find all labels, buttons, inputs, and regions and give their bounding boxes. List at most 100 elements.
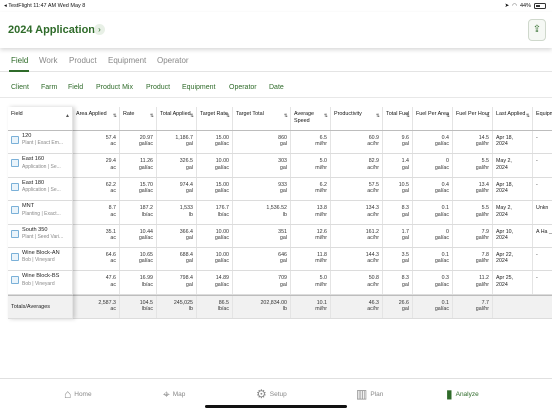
group-date[interactable]: Date — [269, 84, 284, 91]
tab-field[interactable]: Field — [11, 56, 28, 65]
sort-icon: ⇅ — [525, 113, 530, 119]
field-name: East 180 — [22, 179, 45, 186]
column-header-total-fuel[interactable]: Total Fuel ⇅ — [383, 107, 413, 130]
total-cell: 974.4 gal — [157, 177, 197, 201]
total-total-cell: 245,025 lb — [157, 295, 197, 318]
home-indicator — [205, 405, 347, 408]
column-header-target-rate[interactable]: Target Rate ⇅ — [197, 107, 233, 130]
prod-unit: ac/hr — [367, 141, 379, 148]
trate-cell: 10.00 gal/ac — [197, 224, 233, 247]
last-applied-cell: Apr 22, 2024 — [493, 248, 533, 271]
nav-map[interactable]: ⌖ Map — [163, 387, 185, 402]
totals-row: Totals/Averages 2,587.3 ac 104.5 lb/ac 245,02… — [8, 294, 552, 319]
total-fuel-cell: 26.6 gal — [383, 295, 413, 318]
fph-cell: 5.5 gal/hr — [453, 154, 493, 177]
field-cell[interactable]: Wine Block-BS Bob | Vineyard — [8, 271, 73, 294]
table-row[interactable]: East 180 Application | Se... 62.2 ac 15.70 ga… — [8, 177, 552, 202]
column-header-productivity[interactable]: Productivity ⇅ — [331, 107, 383, 130]
equipment-cell: - — [536, 135, 538, 141]
group-equipment[interactable]: Equipment — [182, 84, 215, 91]
last-applied-cell: Apr 10, 2024 — [493, 224, 533, 247]
table-row[interactable]: Wine Block-AN Bob | Vineyard 64.6 ac 10.65 ga… — [8, 248, 552, 272]
nav-home[interactable]: ⌂ Home — [64, 387, 92, 401]
column-header-label: Target Rate — [200, 111, 228, 117]
column-header-last-applied[interactable]: Last Applied ⇅ — [493, 107, 533, 130]
status-date: Wed May 8 — [57, 3, 86, 9]
page-title[interactable]: 2024 Application — [8, 24, 95, 36]
column-header-rate[interactable]: Rate ⇅ — [120, 107, 157, 130]
chevron-right-icon[interactable]: › — [94, 24, 105, 35]
group-farm[interactable]: Farm — [41, 84, 57, 91]
group-client[interactable]: Client — [11, 84, 29, 91]
ttotal-cell: 303 gal — [233, 154, 291, 177]
table-row[interactable]: South 350 Plant | Seed Vari... 35.1 ac 10.44… — [8, 224, 552, 248]
nav-analyze[interactable]: ▮ Analyze — [446, 387, 479, 401]
field-cell[interactable]: East 180 Application | Se... — [8, 177, 73, 201]
field-cell[interactable]: Wine Block-AN Bob | Vineyard — [8, 248, 73, 271]
rate-unit: gal/ac — [138, 235, 153, 241]
last-applied-cell: Apr 18, 2024 — [493, 131, 533, 154]
field-cell[interactable]: South 350 Plant | Seed Vari... — [8, 224, 73, 247]
speed-unit: mi/hr — [315, 281, 327, 288]
tab-operator[interactable]: Operator — [157, 56, 189, 65]
column-header-fuel-per-hour[interactable]: Fuel Per Hour ⇅ — [453, 107, 493, 130]
nav-setup[interactable]: ⚙ Setup — [256, 387, 287, 401]
last-applied-year: 2024 — [496, 188, 508, 195]
sort-icon: ⇅ — [283, 113, 288, 119]
plan-icon: ▥ — [356, 387, 368, 401]
column-header-label: Productivity — [334, 111, 362, 117]
column-header-field[interactable]: Field ▲ — [8, 107, 73, 130]
share-button[interactable]: ⇪ — [528, 19, 546, 41]
fph-unit: gal/hr — [475, 141, 489, 148]
column-header-label: Last Applied — [496, 111, 526, 117]
column-header-total-applied[interactable]: Total Applied ⇅ — [157, 107, 197, 130]
fpa-unit: gal/ac — [434, 211, 449, 218]
table-row[interactable]: MNT Planting | Exact... 8.7 ac 187.2 lb/ac 1,5… — [8, 201, 552, 225]
fpa-cell: 0 gal/ac — [413, 154, 453, 177]
total-cell: 366.4 gal — [157, 224, 197, 247]
column-header-area-applied[interactable]: Area Applied ⇅ — [73, 107, 120, 130]
back-to-app-link[interactable]: ◂ TestFlight — [4, 3, 32, 9]
last-applied-year: 2024 — [496, 258, 508, 265]
table-row[interactable]: Wine Block-BS Bob | Vineyard 47.6 ac 16.99 lb… — [8, 271, 552, 295]
nav-plan[interactable]: ▥ Plan — [356, 387, 383, 401]
fpa-unit: gal/ac — [434, 281, 449, 288]
report-table[interactable]: Field ▲ Area Applied ⇅ Rate ⇅ Total Applied ⇅ Ta… — [8, 107, 552, 319]
tab-product[interactable]: Product — [69, 56, 97, 65]
trate-cell: 10.00 gal/ac — [197, 154, 233, 177]
field-cell[interactable]: 120 Plant | Exact Em... — [8, 131, 73, 154]
column-header-fuel-per-area[interactable]: Fuel Per Area ⇅ — [413, 107, 453, 130]
column-header-label: Total Applied — [160, 111, 191, 117]
group-product[interactable]: Product — [146, 84, 170, 91]
field-subtitle: Application | Se... — [22, 187, 61, 194]
table-row[interactable]: East 160 Application | Se... 29.4 ac 11.26 ga… — [8, 154, 552, 178]
group-operator[interactable]: Operator — [229, 84, 257, 91]
total-unit: gal — [185, 258, 193, 265]
column-header-average-speed[interactable]: Average Speed ⇅ — [291, 107, 331, 130]
sort-icon: ⇅ — [323, 113, 328, 119]
total-cell: 326.5 gal — [157, 154, 197, 177]
speed-unit: mi/hr — [315, 235, 327, 241]
tab-equipment[interactable]: Equipment — [108, 56, 146, 65]
field-cell[interactable]: MNT Planting | Exact... — [8, 201, 73, 224]
total-speed-unit: mi/hr — [315, 306, 327, 313]
speed-cell: 5.0 mi/hr — [291, 154, 331, 177]
fuel-unit: gal — [401, 188, 409, 195]
column-header-label: Fuel Per Area — [416, 111, 449, 117]
group-field[interactable]: Field — [68, 84, 83, 91]
column-header-equipment[interactable]: Equipme — [533, 107, 552, 130]
tab-work[interactable]: Work — [39, 56, 58, 65]
rate-cell: 11.26 gal/ac — [120, 154, 157, 177]
fpa-unit: gal/ac — [434, 235, 449, 241]
rate-cell: 20.97 gal/ac — [120, 131, 157, 154]
column-header-target-total[interactable]: Target Total ⇅ — [233, 107, 291, 130]
equipment-cell: A Ha _020 — [536, 228, 552, 235]
equipment-cell: - — [536, 252, 538, 258]
field-cell[interactable]: East 160 Application | Se... — [8, 154, 73, 177]
total-unit: gal — [185, 164, 193, 171]
last-applied-year: 2024 — [496, 281, 508, 288]
table-row[interactable]: 120 Plant | Exact Em... 57.4 ac 20.97 gal/ac 1… — [8, 131, 552, 155]
rate-unit: lb/ac — [141, 281, 153, 288]
trate-unit: gal/ac — [214, 258, 229, 265]
group-product-mix[interactable]: Product Mix — [96, 84, 133, 91]
